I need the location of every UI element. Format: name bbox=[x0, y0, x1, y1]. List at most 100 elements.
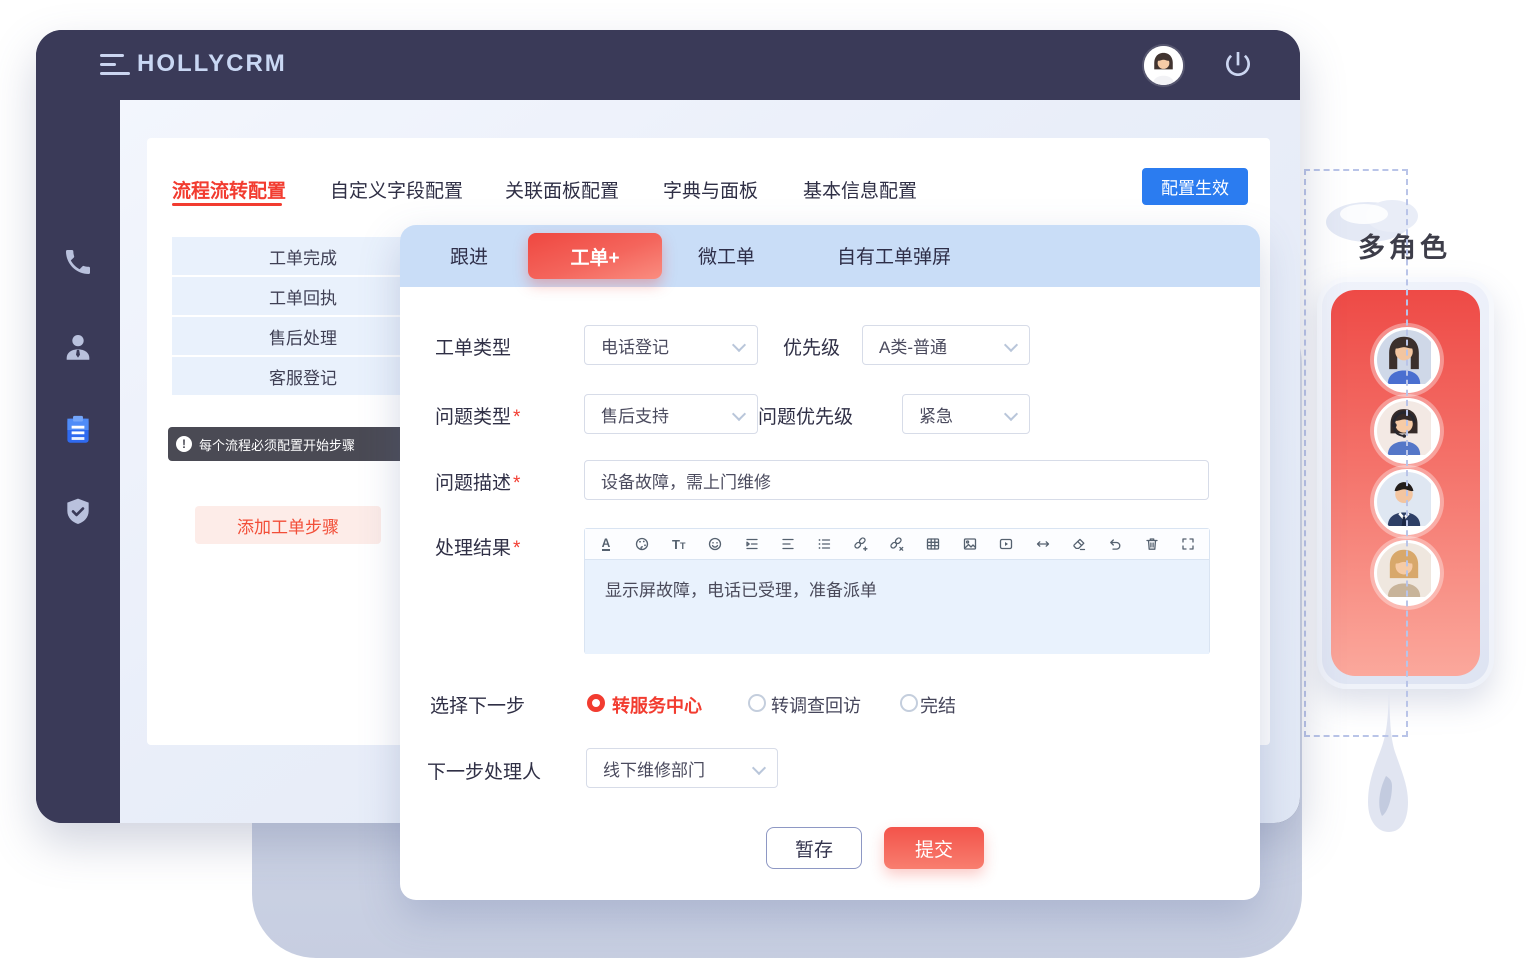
submit-button[interactable]: 提交 bbox=[884, 827, 984, 869]
result-editor: A TT 显示屏故障，电话已受理，准备派单 bbox=[584, 528, 1210, 654]
sidebar-item-contacts[interactable] bbox=[58, 327, 98, 367]
modal-tab-ticket[interactable]: 工单+ bbox=[528, 233, 662, 279]
page-tab-dictionary[interactable]: 字典与面板 bbox=[663, 176, 758, 203]
modal-tab-followup[interactable]: 跟进 bbox=[450, 242, 488, 269]
video-icon[interactable] bbox=[997, 535, 1015, 553]
sidebar-item-workorders[interactable] bbox=[58, 410, 98, 450]
issue-priority-label: 问题优先级 bbox=[758, 402, 853, 429]
nav-sidebar bbox=[36, 100, 120, 823]
radio-label[interactable]: 转调查回访 bbox=[771, 692, 861, 718]
priority-label: 优先级 bbox=[783, 333, 840, 360]
ticket-type-label: 工单类型 bbox=[435, 333, 511, 360]
modal-tab-own-popup[interactable]: 自有工单弹屏 bbox=[837, 242, 951, 269]
image-icon[interactable] bbox=[961, 535, 979, 553]
app-logo: HOLLYCRM bbox=[137, 50, 287, 78]
workflow-step-label: 售后处理 bbox=[269, 324, 337, 349]
radio-finish[interactable] bbox=[900, 694, 918, 712]
page-tab-custom-fields[interactable]: 自定义字段配置 bbox=[330, 176, 463, 203]
radio-transfer-survey[interactable] bbox=[748, 694, 766, 712]
active-tab-underline bbox=[172, 203, 282, 206]
unordered-list-icon[interactable] bbox=[815, 535, 833, 553]
chevron-down-icon bbox=[1004, 407, 1018, 421]
tooltip-text: 每个流程必须配置开始步骤 bbox=[199, 435, 355, 454]
result-label: 处理结果* bbox=[435, 533, 520, 560]
label-text: 工单类型 bbox=[435, 338, 511, 359]
label-text: 问题类型 bbox=[435, 407, 511, 428]
config-apply-button[interactable]: 配置生效 bbox=[1142, 168, 1248, 205]
select-value: 电话登记 bbox=[601, 333, 669, 358]
user-avatar[interactable] bbox=[1144, 46, 1183, 85]
page-tab-basic-info[interactable]: 基本信息配置 bbox=[803, 176, 917, 203]
radio-transfer-service-center[interactable] bbox=[587, 694, 605, 712]
dashed-annotation-frame bbox=[1304, 169, 1408, 737]
save-draft-button[interactable]: 暂存 bbox=[766, 827, 862, 869]
warning-icon: ! bbox=[176, 436, 192, 452]
priority-select[interactable]: A类-普通 bbox=[862, 325, 1030, 365]
shield-check-icon bbox=[62, 496, 94, 528]
required-step-tooltip: ! 每个流程必须配置开始步骤 bbox=[168, 427, 412, 461]
chevron-down-icon bbox=[1004, 338, 1018, 352]
issue-desc-input[interactable] bbox=[584, 460, 1209, 500]
link-remove-icon[interactable] bbox=[888, 535, 906, 553]
workflow-step-row[interactable]: 工单回执 bbox=[172, 277, 434, 315]
select-value: A类-普通 bbox=[879, 333, 947, 358]
workflow-step-row[interactable]: 工单完成 bbox=[172, 237, 434, 275]
workflow-step-row[interactable]: 售后处理 bbox=[172, 317, 434, 355]
undo-icon[interactable] bbox=[1106, 535, 1124, 553]
sidebar-item-security[interactable] bbox=[58, 492, 98, 532]
select-value: 紧急 bbox=[919, 402, 953, 427]
issue-desc-label: 问题描述* bbox=[435, 468, 520, 495]
radio-label[interactable]: 转服务中心 bbox=[612, 692, 702, 718]
radio-label[interactable]: 完结 bbox=[920, 692, 956, 718]
label-text: 处理结果 bbox=[435, 538, 511, 559]
label-text: 下一步处理人 bbox=[427, 762, 541, 783]
issue-type-label: 问题类型* bbox=[435, 402, 520, 429]
align-left-icon[interactable] bbox=[779, 535, 797, 553]
workflow-step-label: 工单完成 bbox=[269, 244, 337, 269]
chevron-down-icon bbox=[732, 407, 746, 421]
chevron-down-icon bbox=[732, 338, 746, 352]
issue-type-select[interactable]: 售后支持 bbox=[584, 394, 758, 434]
next-handler-select[interactable]: 线下维修部门 bbox=[586, 748, 778, 788]
chevron-down-icon bbox=[752, 761, 766, 775]
text-underline-icon[interactable]: A bbox=[597, 535, 615, 553]
required-mark: * bbox=[513, 538, 520, 559]
indent-icon[interactable] bbox=[743, 535, 761, 553]
select-value: 售后支持 bbox=[601, 402, 669, 427]
label-text: 优先级 bbox=[783, 338, 840, 359]
ticket-type-select[interactable]: 电话登记 bbox=[584, 325, 758, 365]
hamburger-menu-icon[interactable] bbox=[100, 54, 130, 75]
required-mark: * bbox=[513, 473, 520, 494]
palette-icon[interactable] bbox=[633, 535, 651, 553]
clipboard-icon bbox=[61, 413, 95, 447]
select-value: 线下维修部门 bbox=[603, 756, 705, 781]
editor-toolbar: A TT bbox=[585, 529, 1209, 560]
issue-priority-select[interactable]: 紧急 bbox=[902, 394, 1030, 434]
font-size-icon[interactable]: TT bbox=[670, 535, 688, 553]
link-add-icon[interactable] bbox=[852, 535, 870, 553]
result-editor-content[interactable]: 显示屏故障，电话已受理，准备派单 bbox=[585, 560, 1209, 654]
table-icon[interactable] bbox=[924, 535, 942, 553]
page-tab-flow-config[interactable]: 流程流转配置 bbox=[172, 176, 286, 203]
label-text: 问题优先级 bbox=[758, 407, 853, 428]
workflow-step-row[interactable]: 客服登记 bbox=[172, 357, 434, 395]
label-text: 选择下一步 bbox=[430, 696, 525, 717]
fullscreen-icon[interactable] bbox=[1179, 535, 1197, 553]
page-tab-linked-panel[interactable]: 关联面板配置 bbox=[505, 176, 619, 203]
trash-icon[interactable] bbox=[1143, 535, 1161, 553]
next-step-label: 选择下一步 bbox=[430, 691, 525, 718]
phone-icon bbox=[62, 246, 94, 278]
modal-tab-micro-ticket[interactable]: 微工单 bbox=[698, 242, 755, 269]
workflow-step-label: 工单回执 bbox=[269, 284, 337, 309]
sidebar-item-phone[interactable] bbox=[58, 242, 98, 282]
user-icon bbox=[61, 330, 95, 364]
horizontal-rule-icon[interactable] bbox=[1034, 535, 1052, 553]
add-step-button[interactable]: 添加工单步骤 bbox=[195, 506, 381, 544]
next-handler-label: 下一步处理人 bbox=[427, 757, 541, 784]
page: { "app": { "title": "HOLLYCRM", "require… bbox=[0, 0, 1537, 964]
emoji-icon[interactable] bbox=[706, 535, 724, 553]
required-mark: * bbox=[513, 407, 520, 428]
eraser-icon[interactable] bbox=[1070, 535, 1088, 553]
label-text: 问题描述 bbox=[435, 473, 511, 494]
power-icon[interactable] bbox=[1222, 48, 1254, 80]
